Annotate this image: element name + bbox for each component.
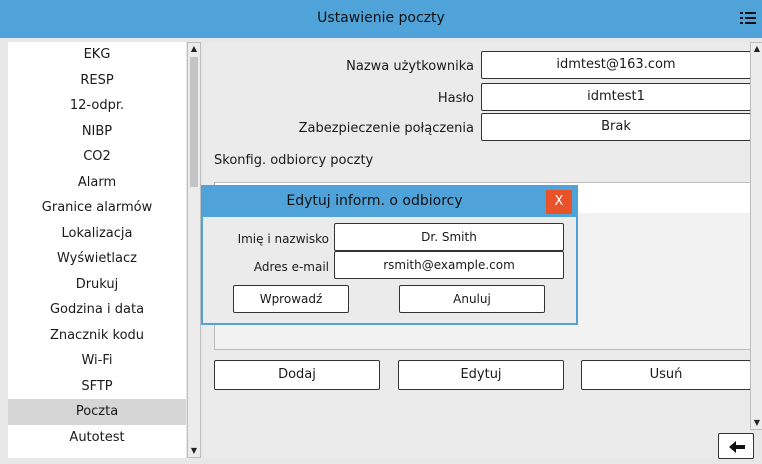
- menu-icon[interactable]: [740, 10, 756, 26]
- settings-sidebar: EKG RESP 12-odpr. NIBP CO2 Alarm Granice…: [8, 42, 186, 458]
- close-button[interactable]: X: [546, 190, 572, 214]
- edit-button[interactable]: Edytuj: [398, 360, 564, 390]
- username-field[interactable]: idmtest@163.com: [481, 51, 751, 79]
- add-button[interactable]: Dodaj: [214, 360, 380, 390]
- scroll-up-icon[interactable]: ▲: [751, 43, 762, 55]
- delete-button[interactable]: Usuń: [581, 360, 751, 390]
- scroll-down-icon[interactable]: ▼: [751, 417, 762, 429]
- sidebar-item-location[interactable]: Lokalizacja: [8, 221, 186, 247]
- back-button[interactable]: [718, 433, 754, 459]
- username-label: Nazwa użytkownika: [346, 59, 474, 74]
- sidebar-item-alarm-limits[interactable]: Granice alarmów: [8, 195, 186, 221]
- main-scrollbar[interactable]: ▲ ▼: [750, 42, 762, 430]
- sidebar-item-time-date[interactable]: Godzina i data: [8, 297, 186, 323]
- sidebar-item-12-lead[interactable]: 12-odpr.: [8, 93, 186, 119]
- sidebar-item-ekg[interactable]: EKG: [8, 42, 186, 68]
- sidebar-item-selftest[interactable]: Autotest: [8, 425, 186, 451]
- scroll-down-icon[interactable]: ▼: [188, 445, 200, 457]
- dialog-title-bar: Edytuj inform. o odbiorcy X: [203, 187, 576, 217]
- sidebar-item-alarm[interactable]: Alarm: [8, 170, 186, 196]
- sidebar-item-barcode[interactable]: Znacznik kodu: [8, 323, 186, 349]
- scroll-up-icon[interactable]: ▲: [188, 43, 200, 55]
- name-field[interactable]: Dr. Smith: [334, 223, 564, 251]
- sidebar-item-wifi[interactable]: Wi-Fi: [8, 348, 186, 374]
- cancel-button[interactable]: Anuluj: [399, 285, 545, 313]
- name-label: Imię i nazwisko: [237, 232, 329, 246]
- sidebar-item-mail[interactable]: Poczta: [8, 399, 186, 425]
- recipients-label: Skonfig. odbiorcy poczty: [214, 153, 374, 168]
- page-title: Ustawienie poczty: [317, 10, 445, 26]
- back-arrow-icon: [729, 441, 745, 453]
- sidebar-scrollbar[interactable]: ▲ ▼: [187, 42, 201, 458]
- email-label: Adres e-mail: [253, 260, 329, 274]
- security-label: Zabezpieczenie połączenia: [298, 121, 474, 136]
- sidebar-scroll-thumb[interactable]: [190, 57, 198, 187]
- sidebar-item-co2[interactable]: CO2: [8, 144, 186, 170]
- sidebar-item-print[interactable]: Drukuj: [8, 272, 186, 298]
- title-bar: Ustawienie poczty: [0, 0, 762, 38]
- main-scroll-thumb[interactable]: [753, 59, 761, 415]
- password-field[interactable]: idmtest1: [481, 83, 751, 111]
- security-field[interactable]: Brak: [481, 113, 751, 141]
- sidebar-item-resp[interactable]: RESP: [8, 68, 186, 94]
- email-field[interactable]: rsmith@example.com: [334, 251, 564, 279]
- password-label: Hasło: [437, 91, 474, 106]
- confirm-button[interactable]: Wprowadź: [233, 285, 349, 313]
- dialog-title: Edytuj inform. o odbiorcy: [286, 193, 463, 209]
- sidebar-item-nibp[interactable]: NIBP: [8, 119, 186, 145]
- sidebar-item-sftp[interactable]: SFTP: [8, 374, 186, 400]
- sidebar-item-display[interactable]: Wyświetlacz: [8, 246, 186, 272]
- edit-recipient-dialog: Edytuj inform. o odbiorcy X Imię i nazwi…: [201, 185, 578, 325]
